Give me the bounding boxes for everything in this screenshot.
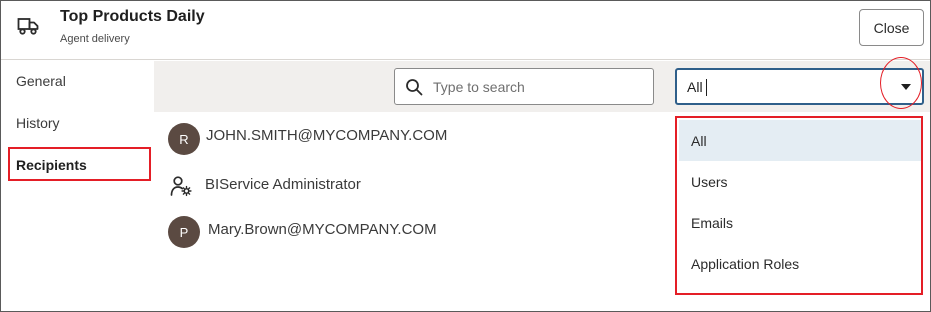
select-value: All	[687, 79, 703, 95]
page-subtitle: Agent delivery	[60, 33, 130, 45]
option-emails[interactable]: Emails	[679, 202, 921, 243]
option-users[interactable]: Users	[679, 161, 921, 202]
recipient-type-dropdown: All Users Emails Application Roles	[675, 116, 923, 295]
search-icon	[406, 79, 423, 96]
recipient-name: BIService Administrator	[205, 176, 361, 193]
side-nav	[1, 61, 154, 311]
avatar: R	[168, 123, 200, 155]
truck-icon	[17, 18, 39, 35]
application-role-icon	[170, 176, 192, 197]
agent-dialog: Top Products Daily Agent delivery Close …	[0, 0, 931, 312]
list-item[interactable]: BIService Administrator	[168, 171, 428, 203]
recipient-name: Mary.Brown@MYCOMPANY.COM	[208, 221, 437, 238]
page-title: Top Products Daily	[60, 8, 205, 25]
nav-item-history[interactable]: History	[16, 115, 60, 131]
option-all[interactable]: All	[679, 120, 921, 161]
nav-item-general[interactable]: General	[16, 73, 66, 89]
search-input[interactable]	[433, 70, 645, 103]
option-application-roles[interactable]: Application Roles	[679, 243, 921, 284]
avatar: P	[168, 216, 200, 248]
text-cursor	[706, 79, 707, 96]
list-item[interactable]: P Mary.Brown@MYCOMPANY.COM	[168, 216, 468, 248]
list-item[interactable]: R JOHN.SMITH@MYCOMPANY.COM	[168, 123, 468, 155]
dropdown-arrow-highlight	[880, 57, 922, 109]
close-button[interactable]: Close	[859, 9, 924, 46]
recipient-name: JOHN.SMITH@MYCOMPANY.COM	[206, 127, 448, 144]
dialog-header: Top Products Daily Agent delivery Close	[1, 1, 930, 60]
search-field[interactable]	[394, 68, 654, 105]
nav-item-recipients[interactable]: Recipients	[16, 157, 87, 173]
